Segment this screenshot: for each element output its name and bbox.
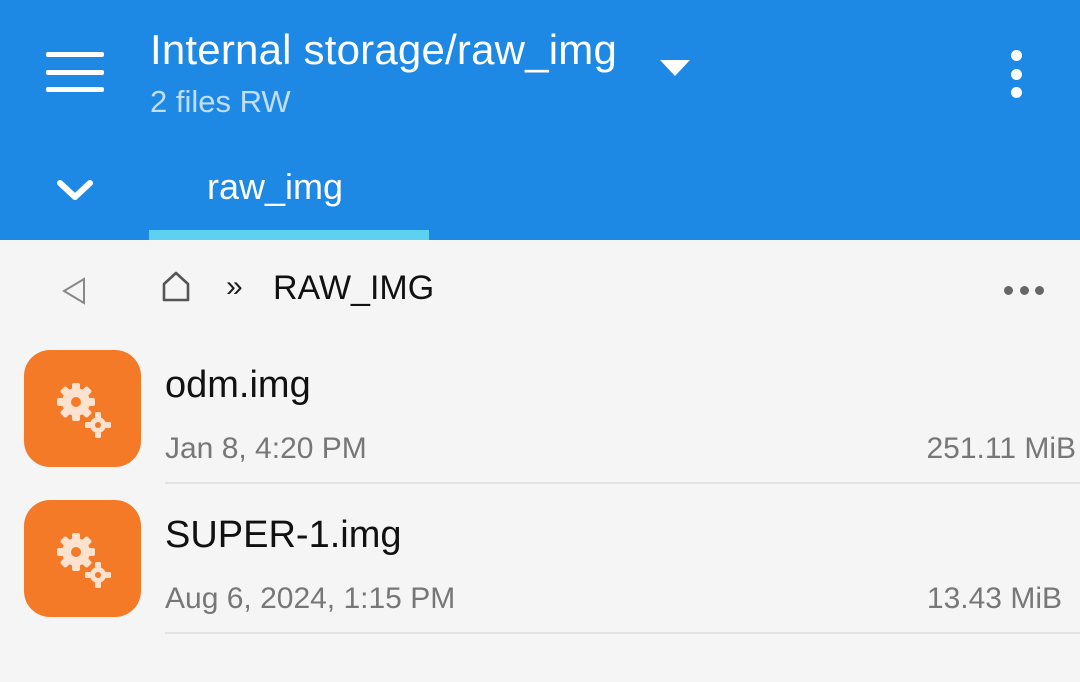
vertical-dots-icon[interactable] [996, 46, 1036, 102]
home-icon[interactable] [158, 268, 194, 304]
page-subtitle: 2 files RW [150, 84, 291, 119]
file-name: SUPER-1.img [165, 514, 402, 556]
file-name: odm.img [165, 364, 311, 406]
file-date: Jan 8, 4:20 PM [165, 432, 367, 465]
horizontal-dots-icon[interactable] [1004, 284, 1044, 296]
back-triangle-icon[interactable] [58, 274, 92, 308]
caret-down-icon[interactable] [660, 60, 690, 76]
app-bar: Internal storage/raw_img 2 files RW raw_… [0, 0, 1080, 240]
chevron-down-icon[interactable] [50, 166, 100, 216]
file-list: odm.img Jan 8, 4:20 PM 251.11 MiB SUPER-… [0, 340, 1080, 640]
tab-raw-img[interactable]: raw_img [149, 140, 429, 240]
breadcrumb-current[interactable]: RAW_IMG [273, 269, 434, 308]
divider [165, 632, 1080, 634]
tab-selected-indicator [149, 230, 429, 240]
list-item[interactable]: SUPER-1.img Aug 6, 2024, 1:15 PM 13.43 M… [0, 490, 1080, 640]
gears-icon [24, 500, 141, 617]
file-date: Aug 6, 2024, 1:15 PM [165, 582, 456, 615]
hamburger-menu-icon[interactable] [40, 46, 110, 98]
breadcrumb-separator: » [226, 270, 243, 303]
list-item[interactable]: odm.img Jan 8, 4:20 PM 251.11 MiB [0, 340, 1080, 490]
page-title[interactable]: Internal storage/raw_img [150, 26, 617, 74]
tab-label: raw_img [206, 166, 344, 207]
breadcrumb: » RAW_IMG [0, 240, 1080, 340]
file-size: 251.11 MiB [926, 432, 1076, 465]
gears-icon [24, 350, 141, 467]
divider [165, 482, 1080, 484]
file-size: 13.43 MiB [926, 582, 1062, 615]
